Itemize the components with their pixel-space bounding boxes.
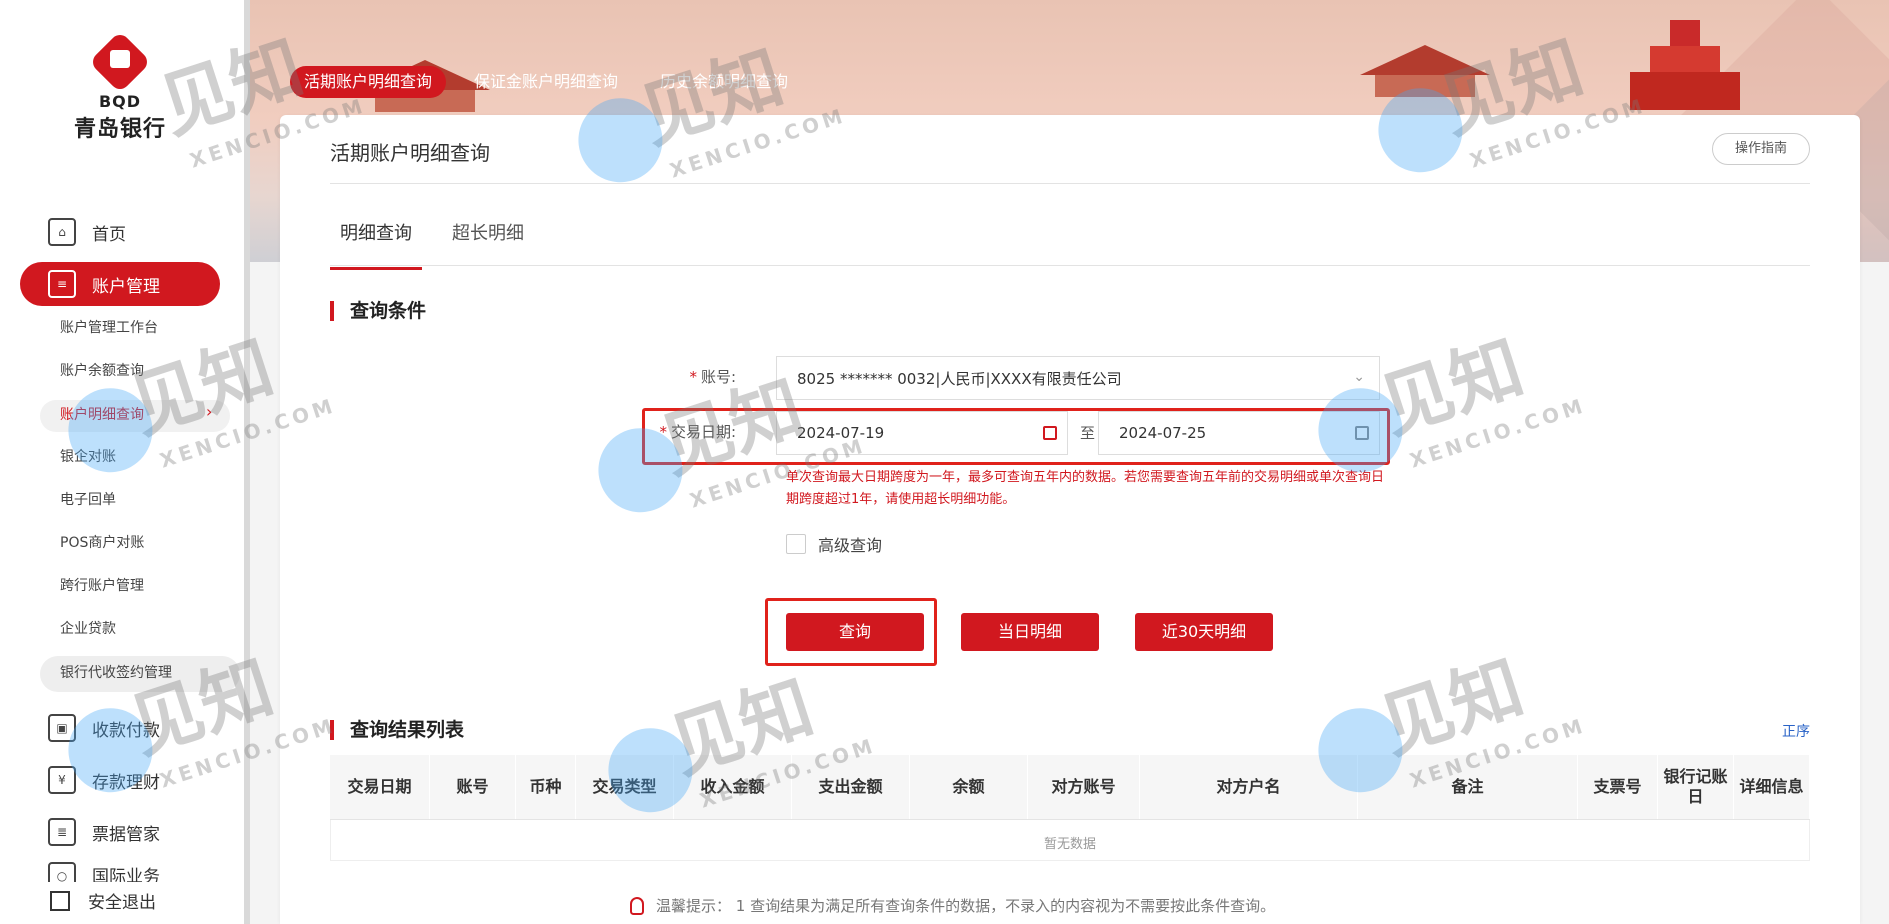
results-section-title: 查询结果列表 [330,720,464,740]
column-header[interactable]: 备注 [1358,755,1578,819]
column-header[interactable]: 币种 [516,755,576,819]
chevron-down-icon: ⌄ [1353,369,1365,385]
nav-bills[interactable]: ≣ 票据管家 [20,810,220,854]
sub-nav-detail[interactable]: 账户明细查询 [60,400,144,430]
sub-nav-crossbank[interactable]: 跨行账户管理 [60,571,144,601]
sub-nav-workbench[interactable]: 账户管理工作台 [60,313,158,343]
deposit-icon: ¥ [48,766,76,794]
id-card-icon: ≡ [48,270,76,298]
tab-detail-query[interactable]: 明细查询 [330,223,422,270]
tower-illustration [1630,20,1740,110]
divider [330,183,1810,184]
query-section-title: 查询条件 [330,301,426,321]
sub-nav-ereceipt[interactable]: 电子回单 [60,485,116,515]
bqd-logo-icon [88,30,152,94]
nav-label: 存款理财 [92,772,160,793]
sub-nav-collection[interactable]: 银行代收签约管理 [60,658,172,688]
main-card: 活期账户明细查询 操作指南 明细查询 超长明细 查询条件 * 账号: 8025 *… [280,115,1860,924]
column-header[interactable]: 交易类型 [576,755,674,819]
tab-history-balance-detail[interactable]: 历史余额明细查询 [646,66,802,98]
tab-current-account-detail[interactable]: 活期账户明细查询 [290,66,447,98]
landmark-illustration [1360,45,1490,97]
tab-margin-account-detail[interactable]: 保证金账户明细查询 [460,66,632,98]
guide-button[interactable]: 操作指南 [1711,133,1810,165]
nav-label: 首页 [92,224,126,245]
bill-icon: ≣ [48,818,76,846]
column-header[interactable]: 账号 [430,755,516,819]
checkbox-icon [786,534,806,554]
column-header[interactable]: 交易日期 [330,755,430,819]
results-table: 交易日期 账号 币种 交易类型 收入金额 支出金额 余额 对方账号 对方户名 备… [330,755,1810,861]
nav-account-management[interactable]: ≡ 账户管理 [20,262,220,306]
logout-button[interactable]: 安全退出 [50,888,156,913]
account-value: 8025 ******* 0032|人民币|XXXX有限责任公司 [797,369,1122,388]
tip-text: 温馨提示： 1 查询结果为满足所有查询条件的数据，不录入的内容视为不需要按此条件… [656,897,1276,915]
last30-detail-button[interactable]: 近30天明细 [1135,613,1273,651]
tab-extended-detail[interactable]: 超长明细 [452,223,524,267]
logo-name: 青岛银行 [73,117,166,142]
nav-label: 票据管家 [92,824,160,845]
column-header[interactable]: 支出金额 [792,755,910,819]
highlight-frame [765,598,937,666]
query-subtabs: 明细查询 超长明细 [330,223,524,270]
logout-label: 安全退出 [88,893,156,913]
account-label: * 账号: [689,368,736,386]
globe-icon: ○ [48,862,76,882]
column-header[interactable]: 支票号 [1578,755,1658,819]
sub-nav-reconcile[interactable]: 银企对账 [60,442,116,472]
page-title: 活期账户明细查询 [330,141,490,165]
lightbulb-icon [630,896,644,915]
chevron-right-icon: › [206,402,213,421]
column-header[interactable]: 对方账号 [1028,755,1140,819]
tip-note: 温馨提示： 1 查询结果为满足所有查询条件的数据，不录入的内容视为不需要按此条件… [630,895,1275,916]
nav-payment[interactable]: ▣ 收款付款 [20,706,220,750]
divider [330,265,1810,266]
highlight-frame [642,408,1390,465]
nav-label: 账户管理 [92,276,160,297]
nav-deposit[interactable]: ¥ 存款理财 [20,758,220,802]
column-header[interactable]: 余额 [910,755,1028,819]
logout-icon [50,890,70,911]
empty-table-message: 暂无数据 [330,820,1810,861]
sub-nav-loan[interactable]: 企业贷款 [60,614,116,644]
column-header[interactable]: 详细信息 [1734,755,1810,819]
nav-label: 国际业务 [92,867,160,882]
sub-nav-pos[interactable]: POS商户对账 [60,528,144,558]
column-header[interactable]: 对方户名 [1140,755,1358,819]
advanced-query-checkbox[interactable]: 高级查询 [786,532,882,556]
sub-nav-balance[interactable]: 账户余额查询 [60,356,144,386]
table-header: 交易日期 账号 币种 交易类型 收入金额 支出金额 余额 对方账号 对方户名 备… [330,755,1810,820]
nav-label: 收款付款 [92,720,160,741]
sort-order-link[interactable]: 正序 [1782,721,1810,741]
logo-abbr: BQD [98,92,142,111]
nav-international[interactable]: ○ 国际业务 [20,862,220,882]
advanced-query-label: 高级查询 [818,536,883,555]
date-range-hint: 单次查询最大日期跨度为一年，最多可查询五年内的数据。若您需要查询五年前的交易明细… [786,470,1385,507]
sidebar: BQD 青岛银行 ⌂ 首页 ≡ 账户管理 账户管理工作台 账户余额查询 账户明细… [0,0,250,924]
account-select[interactable]: 8025 ******* 0032|人民币|XXXX有限责任公司 ⌄ [776,356,1380,400]
column-header[interactable]: 收入金额 [674,755,792,819]
home-icon: ⌂ [48,218,76,246]
bank-logo[interactable]: BQD 青岛银行 [70,30,170,143]
nav-home[interactable]: ⌂ 首页 [20,210,220,254]
today-detail-button[interactable]: 当日明细 [961,613,1099,651]
column-header[interactable]: 银行记账日 [1658,755,1734,819]
wallet-icon: ▣ [48,714,76,742]
account-type-tabs: 活期账户明细查询 保证金账户明细查询 历史余额明细查询 [290,66,802,98]
